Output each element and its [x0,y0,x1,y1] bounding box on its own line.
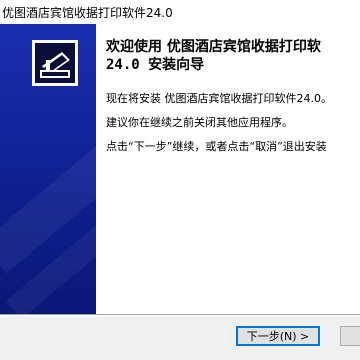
title-bar: 优图酒店宾馆收据打印软件24.0 [0,0,360,25]
heading-line-2: 24.0 安装向导 [106,57,205,73]
wizard-heading: 欢迎使用 优图酒店宾馆收据打印软 24.0 安装向导 [106,38,360,74]
heading-line-1: 欢迎使用 优图酒店宾馆收据打印软 [106,39,321,55]
printer-icon [32,40,78,86]
install-info-text: 现在将安装 优图酒店宾馆收据打印软件24.0。 [106,92,332,105]
cancel-button[interactable] [340,326,360,346]
footer-separator [0,314,360,316]
close-apps-text: 建议你在继续之前关闭其他应用程序。 [106,116,293,129]
continue-instructions-text: 点击“下一步”继续，或者点击“取消”退出安装 [106,140,327,153]
wizard-banner [0,24,96,314]
wizard-content: 欢迎使用 优图酒店宾馆收据打印软 24.0 安装向导 现在将安装 优图酒店宾馆收… [96,24,360,314]
next-button[interactable]: 下一步(N) > [236,326,320,346]
window-title: 优图酒店宾馆收据打印软件24.0 [2,6,173,20]
